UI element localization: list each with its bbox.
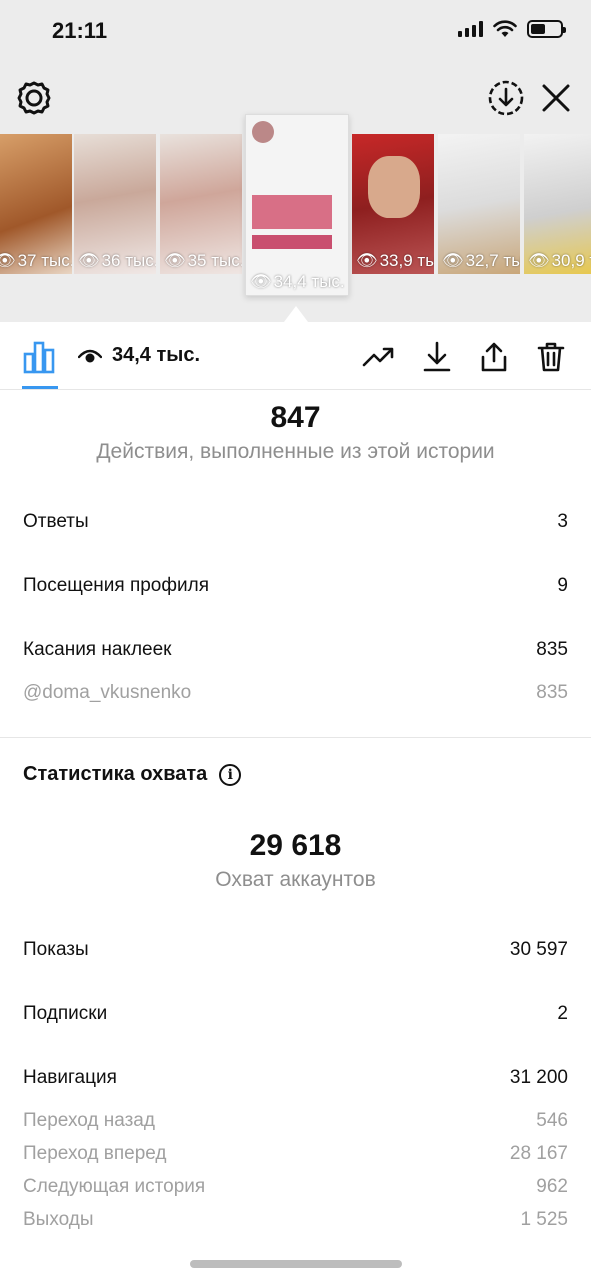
reach-caption: Охват аккаунтов <box>215 868 376 891</box>
eye-icon: 👁 <box>528 251 550 270</box>
stat-row-follows: Подписки 2 <box>23 1003 568 1025</box>
story-thumbnail-active[interactable]: 👁 34,4 тыс. <box>245 114 349 296</box>
close-icon <box>542 84 570 112</box>
bar-chart-icon <box>23 341 55 374</box>
thumbnail-views: 👁30,9 тыс. <box>528 251 591 270</box>
status-time: 21:11 <box>52 18 108 43</box>
stat-row-next-story: Следующая история 962 <box>23 1176 568 1198</box>
thumbnail-views: 👁 37 тыс. <box>0 251 72 271</box>
battery-icon <box>527 20 566 38</box>
eye-icon: 👁 <box>78 251 100 270</box>
thumbnail-views: 👁32,7 тыс. <box>442 251 520 270</box>
thumbnail-views: 👁 34,4 тыс. <box>250 272 345 291</box>
stat-row-replies: Ответы 3 <box>23 511 568 533</box>
close-button[interactable] <box>536 78 576 118</box>
stat-label: Навигация <box>23 1067 117 1088</box>
stat-row-navigation: Навигация 31 200 <box>23 1067 568 1089</box>
selected-pointer <box>284 306 308 322</box>
trash-icon <box>537 342 565 372</box>
stat-value: 9 <box>557 575 568 596</box>
info-icon[interactable]: i <box>219 763 242 786</box>
active-tab-indicator <box>22 386 58 389</box>
gear-icon <box>17 81 51 115</box>
story-thumbnail[interactable]: 👁 37 тыс. <box>0 134 72 274</box>
stat-value: 1 525 <box>520 1209 568 1230</box>
story-thumbnail[interactable]: 👁 36 тыс. <box>74 134 156 274</box>
stat-label: Показы <box>23 939 89 960</box>
story-toolbar: 34,4 тыс. <box>0 322 591 390</box>
thumbnail-views: 👁 36 тыс. <box>78 251 156 270</box>
status-icons <box>458 20 566 38</box>
stat-value: 835 <box>536 682 568 703</box>
stat-row-profile-visits: Посещения профиля 9 <box>23 575 568 597</box>
story-thumbnail[interactable]: 👁 35 тыс. <box>160 134 242 274</box>
eye-icon: 👁 <box>250 272 272 291</box>
stat-label: Переход вперед <box>23 1143 167 1164</box>
stat-label: Выходы <box>23 1209 94 1230</box>
stat-row-forward: Переход вперед 28 167 <box>23 1143 568 1165</box>
promote-button[interactable] <box>362 340 396 374</box>
section-divider <box>0 737 591 738</box>
eye-icon: 👁 <box>0 251 16 270</box>
stat-label: Подписки <box>23 1003 108 1024</box>
stat-label: Ответы <box>23 511 89 532</box>
home-indicator[interactable] <box>190 1260 402 1268</box>
stat-row-sticker-taps: Касания наклеек 835 <box>23 639 568 661</box>
stat-row-mention: @doma_vkusnenko 835 <box>23 682 568 704</box>
save-story-button[interactable] <box>486 78 526 118</box>
status-bar: 21:11 <box>0 0 591 66</box>
stat-label: Следующая история <box>23 1176 206 1197</box>
stat-label: Переход назад <box>23 1110 155 1131</box>
interactions-caption: Действия, выполненные из этой истории <box>96 440 495 463</box>
reach-total: 29 618 <box>249 829 342 862</box>
story-thumbnail[interactable]: 👁32,7 тыс. <box>438 134 520 274</box>
download-circle-icon <box>488 80 524 116</box>
interactions-total: 847 <box>270 401 321 434</box>
eye-icon: 👁 <box>442 251 464 270</box>
stat-value: 3 <box>557 511 568 532</box>
story-thumbnail[interactable]: 👁30,9 тыс. <box>524 134 591 274</box>
thumbnail-views: 👁33,9 тыс. <box>356 251 434 270</box>
stat-row-impressions: Показы 30 597 <box>23 939 568 961</box>
thumbnail-views: 👁 35 тыс. <box>164 251 242 270</box>
settings-button[interactable] <box>14 78 54 118</box>
stat-value: 962 <box>536 1176 568 1197</box>
wifi-icon <box>493 20 517 37</box>
eye-icon <box>78 349 102 362</box>
stat-row-exits: Выходы 1 525 <box>23 1209 568 1231</box>
story-thumbnails: 👁 37 тыс. 👁 36 тыс. 👁 35 тыс. 👁 34,4 тыс. 👁 3… <box>0 114 591 300</box>
stat-value: 2 <box>557 1003 568 1024</box>
share-icon <box>481 342 507 372</box>
stat-value: 30 597 <box>509 939 568 960</box>
stat-row-back: Переход назад 546 <box>23 1110 568 1132</box>
stat-label: @doma_vkusnenko <box>23 682 192 703</box>
share-button[interactable] <box>477 340 511 374</box>
reach-section-title: Статистика охвата i <box>23 763 242 786</box>
views-count-value: 34,4 тыс. <box>112 344 201 366</box>
stat-label: Касания наклеек <box>23 639 172 660</box>
eye-icon: 👁 <box>356 251 378 270</box>
stat-value: 546 <box>536 1110 568 1131</box>
stat-label: Посещения профиля <box>23 575 209 596</box>
stat-value: 835 <box>536 639 568 660</box>
story-thumbnail[interactable]: 👁33,9 тыс. <box>352 134 434 274</box>
delete-button[interactable] <box>534 340 568 374</box>
download-button[interactable] <box>420 340 454 374</box>
eye-icon: 👁 <box>164 251 186 270</box>
insights-tab[interactable] <box>22 340 58 374</box>
stat-value: 28 167 <box>509 1143 568 1164</box>
signal-icon <box>458 21 483 37</box>
download-icon <box>423 341 451 372</box>
trending-up-icon <box>362 347 394 367</box>
stat-value: 31 200 <box>509 1067 568 1088</box>
views-count: 34,4 тыс. <box>78 344 200 367</box>
